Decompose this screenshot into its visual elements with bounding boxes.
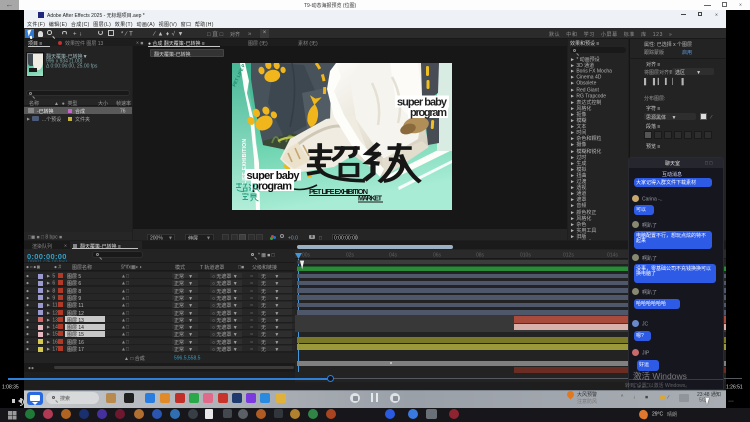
svg-text:MARKET: MARKET bbox=[358, 196, 383, 203]
svg-text:program: program bbox=[410, 107, 447, 119]
